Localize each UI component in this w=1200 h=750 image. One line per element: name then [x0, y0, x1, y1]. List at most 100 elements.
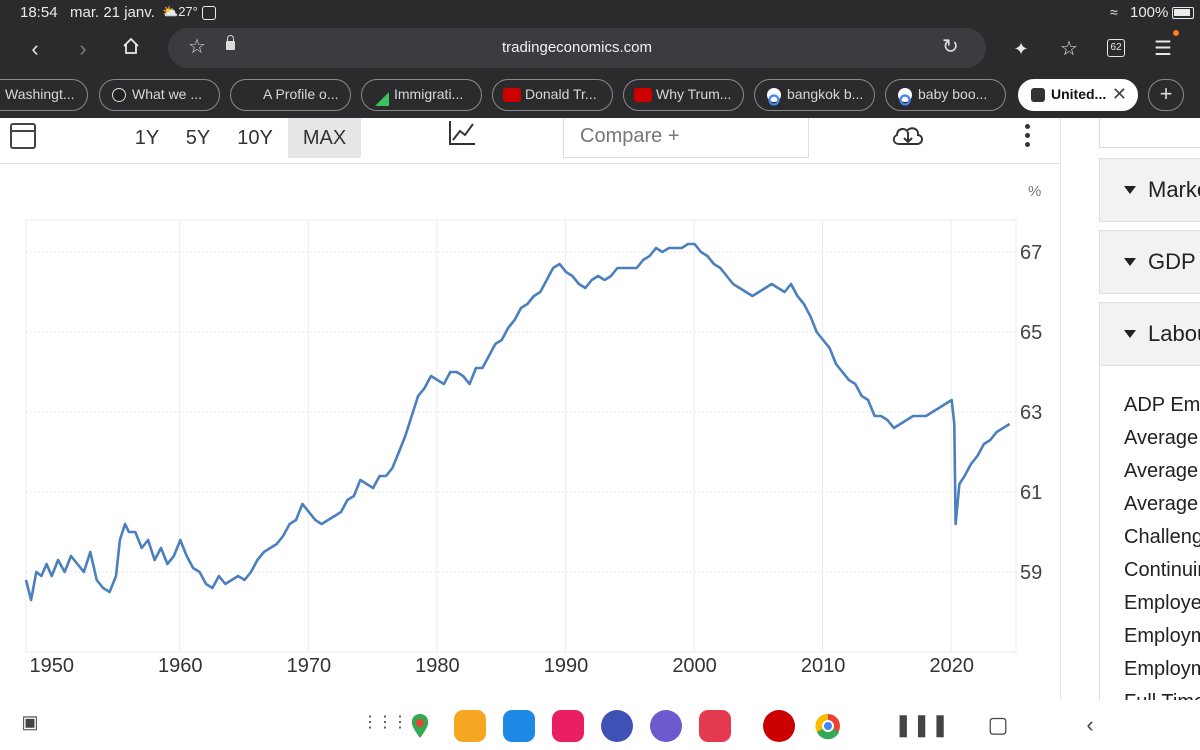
settings-app-icon[interactable] [601, 710, 633, 742]
home-nav-button[interactable]: ▢ [984, 712, 1012, 738]
back-button[interactable]: ‹ [18, 32, 52, 66]
wifi-icon: ≈ [1110, 4, 1118, 20]
app-drawer-icon[interactable]: ⋮⋮⋮ [362, 712, 408, 732]
notification-icon [202, 6, 216, 20]
section-gdp[interactable]: GDP [1099, 230, 1200, 294]
sun-favicon-icon [112, 88, 126, 102]
list-item[interactable]: Average Weekly Hours [1124, 460, 1200, 483]
tab-active[interactable]: United... ✕ [1018, 79, 1138, 111]
list-item[interactable]: Full Time Employment [1124, 691, 1200, 700]
home-button[interactable] [114, 32, 148, 66]
labour-indicator-list: ADP Employment Change Average Hourly Ear… [1099, 366, 1200, 700]
compare-input[interactable]: Compare + [563, 118, 809, 158]
list-item[interactable]: Challenger Job Cuts [1124, 526, 1200, 549]
tab-1[interactable]: What we ... [99, 79, 220, 111]
tab-0[interactable]: Washingt... [0, 79, 88, 111]
calendar-icon[interactable] [10, 123, 36, 149]
list-item[interactable]: Employment Cost Index [1124, 625, 1200, 648]
close-tab-icon[interactable]: ✕ [1112, 80, 1127, 109]
recents-button[interactable]: ❚❚❚ [894, 712, 949, 738]
tab-6[interactable]: bangkok b... [754, 79, 875, 111]
recent-screen-icon[interactable]: ▣ [16, 712, 44, 733]
list-item[interactable]: ADP Employment Change [1124, 394, 1200, 417]
navigation-app-icon[interactable] [503, 710, 535, 742]
status-bar: 18:54 mar. 21 janv. ⛅27° ≈ 100% [0, 0, 1200, 28]
tab-label: What we ... [132, 86, 203, 102]
list-item[interactable]: Continuing Jobless Claims [1124, 559, 1200, 582]
range-1y-button[interactable]: 1Y [126, 118, 168, 158]
panel-search-box[interactable] [1099, 118, 1200, 148]
internet-app-icon[interactable] [650, 710, 682, 742]
menu-button[interactable]: ☰ [1146, 32, 1180, 66]
list-item[interactable]: Employed Persons [1124, 592, 1200, 615]
url-text[interactable]: tradingeconomics.com [168, 39, 986, 56]
gridlines [26, 220, 1016, 652]
unit-label: % [1028, 183, 1041, 200]
section-label: Markets [1148, 177, 1200, 202]
tab-label: bangkok b... [787, 86, 864, 102]
tab-label: Donald Tr... [525, 86, 597, 102]
reload-icon[interactable]: ↻ [942, 34, 959, 59]
list-item[interactable]: Employment Rate [1124, 658, 1200, 681]
maps-app-icon[interactable] [404, 710, 436, 742]
chrome-app-icon[interactable] [812, 710, 844, 742]
tab-3[interactable]: Immigrati... [361, 79, 482, 111]
tab-5[interactable]: Why Trum... [623, 79, 744, 111]
tab-2[interactable]: A Profile o... [230, 79, 351, 111]
cnn-app-icon[interactable] [763, 710, 795, 742]
list-item[interactable]: Average Hourly Earnings [1124, 427, 1200, 450]
more-options-icon[interactable] [1020, 122, 1036, 150]
weather-temperature-value: 27° [178, 4, 198, 19]
triangle-favicon-icon [374, 88, 389, 106]
address-bar[interactable]: ☆ tradingeconomics.com ↻ [168, 28, 986, 68]
section-markets[interactable]: Markets [1099, 158, 1200, 222]
y-tick-label: 61 [1020, 482, 1042, 504]
flower-app-icon[interactable] [552, 710, 584, 742]
cnn-favicon-icon [634, 88, 652, 102]
tab-strip: Washingt... What we ... A Profile o... I… [0, 70, 1200, 118]
series-line [24, 242, 1011, 602]
camera-app-icon[interactable] [699, 710, 731, 742]
favorites-button[interactable]: ☆ [1052, 32, 1086, 66]
screen: 18:54 mar. 21 janv. ⛅27° ≈ 100% ‹ › ☆ tr… [0, 0, 1200, 750]
y-axis-ticks: 59 61 63 65 67 [1020, 242, 1042, 584]
te-favicon-icon [1031, 88, 1045, 102]
line-chart-icon[interactable] [447, 118, 477, 148]
battery-percent: 100% [1130, 4, 1169, 21]
y-tick-label: 63 [1020, 402, 1042, 424]
tab-label: Why Trum... [656, 86, 732, 102]
tab-7[interactable]: baby boo... [885, 79, 1006, 111]
tab-label: Washingt... [5, 86, 75, 102]
x-tick-label: 1970 [287, 655, 332, 677]
download-icon[interactable] [890, 120, 926, 150]
clock: 18:54 [20, 4, 58, 21]
collapse-triangle-icon [1124, 330, 1136, 338]
battery-icon [1172, 7, 1194, 19]
new-tab-button[interactable]: + [1148, 79, 1184, 111]
home-icon [123, 37, 139, 54]
right-panel: Markets GDP Labour ADP Employment Change… [1060, 118, 1200, 700]
tab-label: A Profile o... [263, 86, 339, 102]
forward-button[interactable]: › [66, 32, 100, 66]
x-tick-label: 2010 [801, 655, 846, 677]
x-tick-label: 2020 [929, 655, 974, 677]
list-item[interactable]: Average Hourly Earnings YoY [1124, 493, 1200, 516]
tab-4[interactable]: Donald Tr... [492, 79, 613, 111]
plot-area [25, 219, 1017, 653]
files-app-icon[interactable] [454, 710, 486, 742]
x-tick-label: 2000 [672, 655, 717, 677]
tab-count-button[interactable]: 62 [1107, 39, 1125, 57]
x-tick-label: 1950 [29, 655, 74, 677]
date: mar. 21 janv. [70, 4, 155, 21]
sparkle-button[interactable]: ✦ [1004, 32, 1038, 66]
y-tick-label: 59 [1020, 562, 1042, 584]
x-tick-label: 1960 [158, 655, 203, 677]
back-nav-button[interactable]: ‹ [1076, 712, 1104, 738]
range-10y-button[interactable]: 10Y [228, 118, 282, 158]
google-favicon-icon [898, 88, 912, 106]
section-label: GDP [1148, 249, 1196, 274]
range-max-button[interactable]: MAX [288, 118, 361, 158]
cnn-favicon-icon [503, 88, 521, 102]
range-5y-button[interactable]: 5Y [176, 118, 220, 158]
section-labour[interactable]: Labour [1099, 302, 1200, 366]
